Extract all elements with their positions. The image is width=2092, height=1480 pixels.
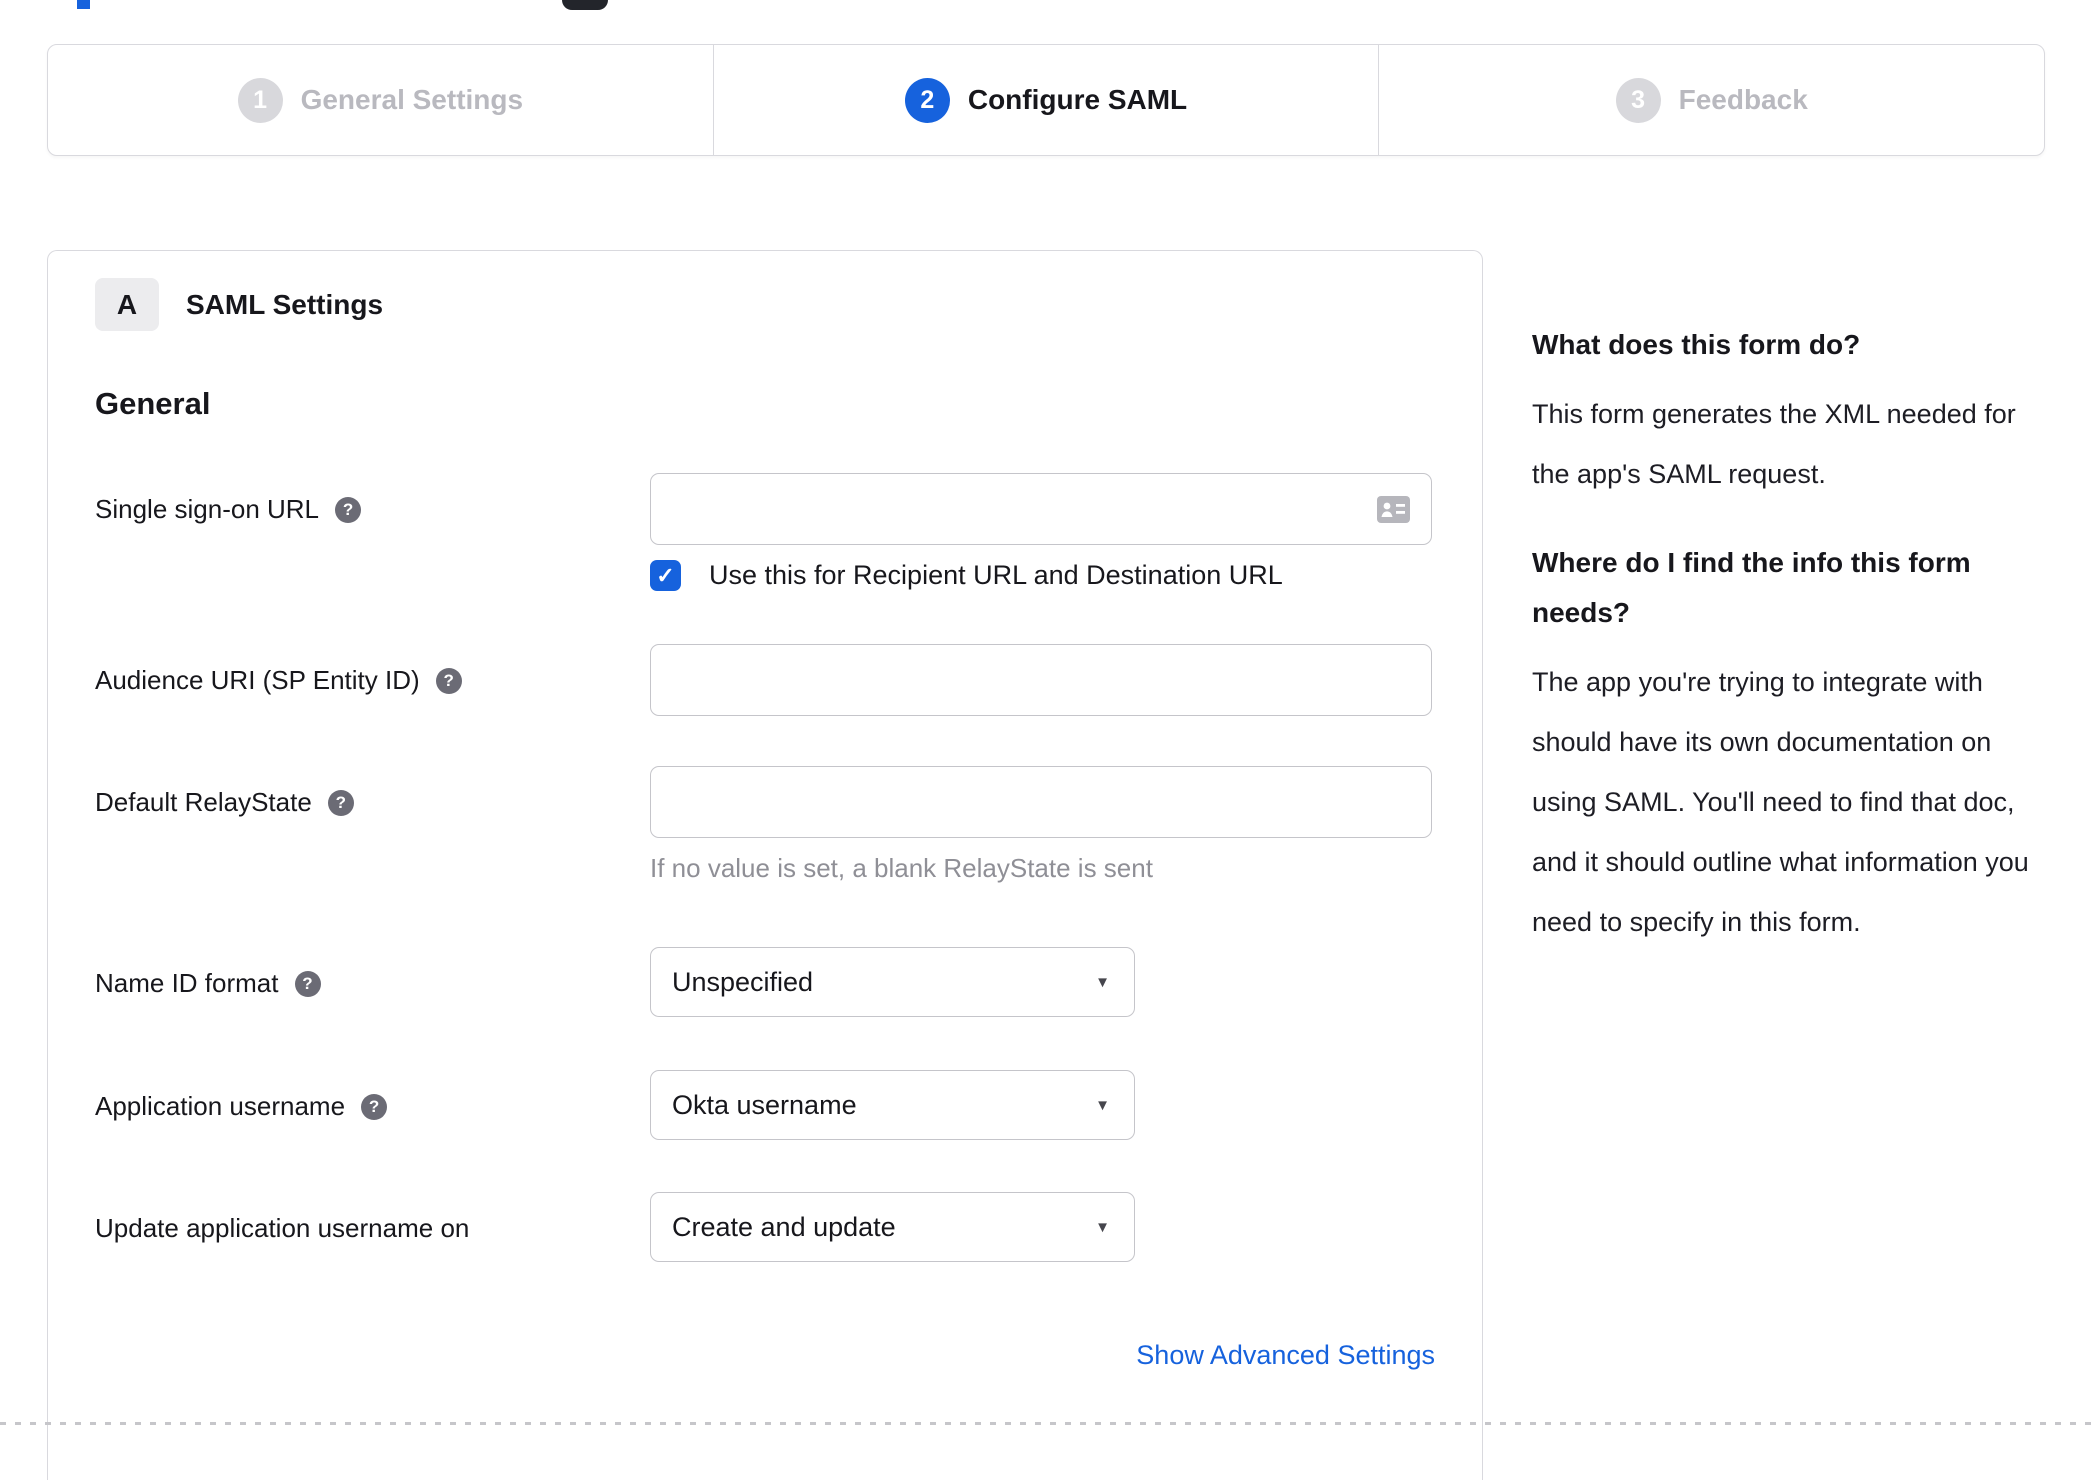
wizard-stepper: 1 General Settings 2 Configure SAML 3 Fe… — [47, 44, 2045, 156]
application-username-label: Application username — [95, 1091, 346, 1121]
recipient-destination-checkbox[interactable]: ✓ — [650, 560, 681, 591]
audience-uri-label: Audience URI (SP Entity ID) — [95, 665, 420, 695]
update-application-username-label: Update application username on — [95, 1213, 470, 1243]
help-icon[interactable]: ? — [294, 970, 321, 997]
chevron-down-icon: ▼ — [1095, 1096, 1110, 1114]
step-label: Feedback — [1678, 84, 1808, 115]
saml-settings-title: SAML Settings — [186, 288, 384, 320]
field-row-update-application-username: Update application username on Create an… — [95, 1192, 1435, 1262]
step-number-badge: 3 — [1615, 77, 1661, 123]
single-sign-on-url-input[interactable] — [650, 473, 1432, 545]
checkmark-icon: ✓ — [656, 562, 675, 588]
step-label: Configure SAML — [967, 84, 1188, 115]
help-answer-1: This form generates the XML needed for t… — [1532, 399, 2016, 489]
chevron-down-icon: ▼ — [1095, 1218, 1110, 1236]
single-sign-on-url-label: Single sign-on URL — [95, 494, 320, 524]
cropped-header-artifact-blue — [77, 0, 90, 9]
default-relaystate-label: Default RelayState — [95, 787, 312, 817]
step-feedback[interactable]: 3 Feedback — [1378, 45, 2044, 155]
recipient-destination-checkbox-label: Use this for Recipient URL and Destinati… — [709, 560, 1283, 590]
step-number-badge: 1 — [237, 77, 283, 123]
saml-form: Single sign-on URL ? ✓ Use this for Reci… — [95, 473, 1435, 1371]
help-icon[interactable]: ? — [361, 1093, 388, 1120]
field-row-name-id-format: Name ID format ? Unspecified ▼ — [95, 947, 1435, 1017]
cropped-header-artifact-dark — [562, 0, 608, 10]
application-username-value: Okta username — [672, 1089, 857, 1120]
help-answer-2: The app you're trying to integrate with … — [1532, 667, 2029, 937]
general-group-title: General — [95, 386, 211, 421]
relaystate-hint: If no value is set, a blank RelayState i… — [650, 853, 1153, 883]
help-panel: What does this form do? This form genera… — [1532, 320, 2044, 986]
name-id-format-value: Unspecified — [672, 966, 814, 997]
audience-uri-input[interactable] — [650, 644, 1432, 716]
chevron-down-icon: ▼ — [1095, 973, 1110, 991]
section-a-badge: A — [95, 278, 159, 331]
help-question-2: Where do I find the info this form needs… — [1532, 547, 1971, 628]
saml-settings-card: A SAML Settings General Single sign-on U… — [47, 250, 1483, 1480]
help-question-1: What does this form do? — [1532, 329, 1861, 360]
step-configure-saml[interactable]: 2 Configure SAML — [712, 45, 1379, 155]
field-row-audience-uri: Audience URI (SP Entity ID) ? — [95, 644, 1435, 716]
recipient-destination-checkbox-row: ✓ Use this for Recipient URL and Destina… — [650, 560, 1435, 591]
show-advanced-settings-link[interactable]: Show Advanced Settings — [1136, 1340, 1435, 1370]
bottom-dashed-divider — [0, 1422, 2092, 1425]
step-general-settings[interactable]: 1 General Settings — [48, 45, 713, 155]
step-number-badge: 2 — [904, 77, 950, 123]
field-row-application-username: Application username ? Okta username ▼ — [95, 1070, 1435, 1140]
update-application-username-select[interactable]: Create and update ▼ — [650, 1192, 1135, 1262]
contact-card-icon[interactable] — [1377, 496, 1410, 528]
name-id-format-select[interactable]: Unspecified ▼ — [650, 947, 1135, 1017]
field-row-single-sign-on-url: Single sign-on URL ? — [95, 473, 1435, 545]
help-icon[interactable]: ? — [435, 667, 462, 694]
name-id-format-label: Name ID format — [95, 968, 279, 998]
application-username-select[interactable]: Okta username ▼ — [650, 1070, 1135, 1140]
help-icon[interactable]: ? — [327, 789, 354, 816]
help-icon[interactable]: ? — [335, 496, 362, 523]
field-row-default-relaystate: Default RelayState ? If no value is set,… — [95, 766, 1435, 884]
step-label: General Settings — [300, 84, 524, 115]
default-relaystate-input[interactable] — [650, 766, 1432, 838]
update-application-username-value: Create and update — [672, 1211, 896, 1242]
